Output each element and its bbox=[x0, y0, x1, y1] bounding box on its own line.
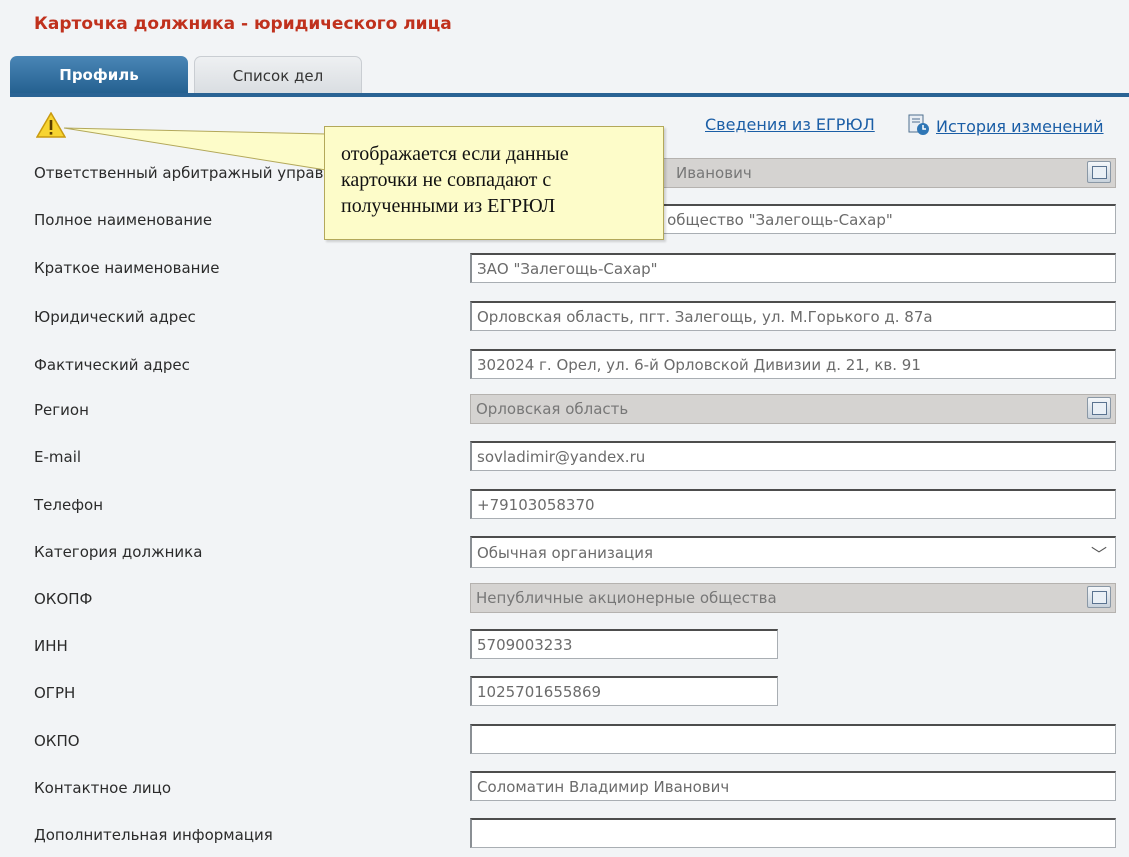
contact-field[interactable]: Соломатин Владимир Иванович bbox=[470, 771, 1116, 801]
field-label-email: E-mail bbox=[34, 448, 82, 466]
field-label-full-name: Полное наименование bbox=[34, 211, 213, 229]
field-label-contact: Контактное лицо bbox=[34, 779, 172, 797]
okpo-field[interactable] bbox=[470, 724, 1116, 754]
chevron-down-icon: ﹀ bbox=[1090, 545, 1107, 564]
field-label-short-name: Краткое наименование bbox=[34, 259, 220, 277]
field-label-okopf: ОКОПФ bbox=[34, 590, 93, 608]
tab-profile[interactable]: Профиль bbox=[10, 56, 188, 94]
phone-field[interactable]: +79103058370 bbox=[470, 489, 1116, 519]
field-label-phone: Телефон bbox=[34, 496, 104, 514]
field-label-legal-address: Юридический адрес bbox=[34, 308, 196, 326]
tooltip-pointer bbox=[63, 127, 327, 171]
category-select[interactable]: Обычная организация ﹀ bbox=[470, 536, 1116, 568]
field-label-inn: ИНН bbox=[34, 637, 68, 655]
region-value: Орловская область bbox=[476, 400, 629, 418]
egrul-link[interactable]: Сведения из ЕГРЮЛ bbox=[705, 115, 875, 134]
field-label-okpo: ОКПО bbox=[34, 732, 80, 750]
okopf-value: Непубличные акционерные общества bbox=[476, 589, 777, 607]
field-label-actual-address: Фактический адрес bbox=[34, 356, 190, 374]
field-label-category: Категория должника bbox=[34, 543, 203, 561]
category-value: Обычная организация bbox=[477, 544, 654, 562]
tab-underline bbox=[10, 93, 1129, 97]
field-label-region: Регион bbox=[34, 401, 89, 419]
warning-tooltip: отображается если данные карточки не сов… bbox=[324, 126, 664, 240]
page-title: Карточка должника - юридического лица bbox=[34, 14, 452, 34]
additional-info-field[interactable] bbox=[470, 818, 1116, 848]
field-label-additional-info: Дополнительная информация bbox=[34, 826, 273, 844]
field-label-ogrn: ОГРН bbox=[34, 684, 76, 702]
legal-address-field[interactable]: Орловская область, пгт. Залегощь, ул. М.… bbox=[470, 301, 1116, 331]
short-name-field[interactable]: ЗАО "Залегощь-Сахар" bbox=[470, 253, 1116, 283]
inn-field[interactable]: 5709003233 bbox=[470, 629, 778, 659]
ogrn-field[interactable]: 1025701655869 bbox=[470, 676, 778, 706]
actual-address-field[interactable]: 302024 г. Орел, ул. 6-й Орловской Дивизи… bbox=[470, 349, 1116, 379]
history-icon bbox=[908, 114, 929, 135]
lookup-icon[interactable] bbox=[1087, 397, 1111, 419]
lookup-icon[interactable] bbox=[1087, 161, 1111, 183]
region-field[interactable]: Орловская область bbox=[470, 394, 1116, 424]
email-field[interactable]: sovladimir@yandex.ru bbox=[470, 441, 1116, 471]
history-link[interactable]: История изменений bbox=[936, 117, 1104, 136]
tab-case-list[interactable]: Список дел bbox=[194, 56, 362, 94]
lookup-icon[interactable] bbox=[1087, 586, 1111, 608]
okopf-field[interactable]: Непубличные акционерные общества bbox=[470, 583, 1116, 613]
